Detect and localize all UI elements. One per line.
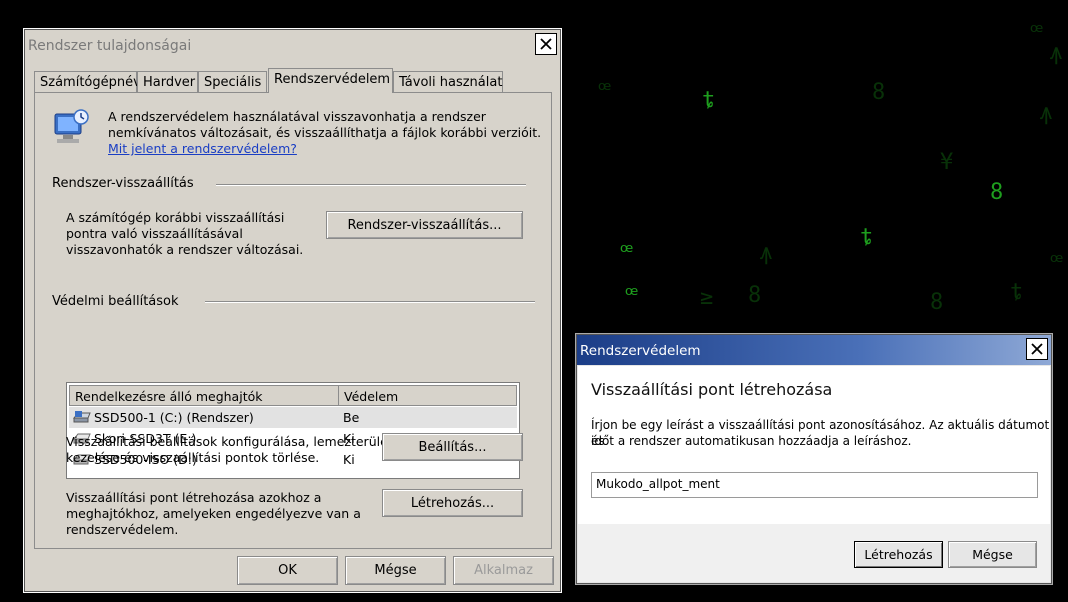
background-glyph: ꟹ (620, 240, 634, 265)
restore-desc-line2: pontra való visszaállításával (66, 226, 243, 241)
help-link[interactable]: Mit jelent a rendszervédelem? (108, 141, 297, 157)
background-glyph: 8 (748, 283, 762, 308)
close-icon (540, 38, 552, 50)
create-desc-line1: Visszaállítási pont létrehozása azokhoz … (66, 490, 322, 505)
tab-remote[interactable]: Távoli használat (393, 71, 503, 92)
tab-system-protection[interactable]: Rendszervédelem (268, 68, 393, 93)
intro-text-line2: nemkívánatos változásait, és visszaállít… (108, 125, 542, 140)
tab-hardware[interactable]: Hardver (137, 71, 198, 92)
protection-group-label: Védelmi beállítások (52, 294, 179, 309)
cancel-button[interactable]: Mégse (948, 541, 1037, 568)
background-glyph: ꙟ (760, 240, 772, 265)
system-protection-icon (54, 109, 89, 143)
background-glyph: ≥ (700, 285, 714, 310)
background-glyph: ꟹ (1030, 20, 1044, 45)
drive-row[interactable]: SSD500-1 (C:) (Rendszer) Be (69, 407, 517, 428)
configure-desc-line2: kezelése és visszaállítási pontok törlés… (66, 450, 320, 465)
create-desc-line2: meghajtókhoz, amelyeken engedélyezve van… (66, 506, 361, 521)
dialog-footer: Létrehozás Mégse (578, 524, 1050, 582)
close-icon (1031, 343, 1043, 355)
window-title: Rendszer tulajdonságai (28, 38, 192, 54)
background-glyph: ȶ (1010, 280, 1024, 305)
create-button[interactable]: Létrehozás (854, 541, 943, 568)
divider (205, 301, 535, 303)
tab-advanced[interactable]: Speciális (198, 71, 267, 92)
background-glyph: ȶ (860, 225, 874, 250)
configure-desc-line1: Visszaállítási beállítások konfigurálása… (66, 434, 393, 449)
title-bar[interactable]: Rendszer tulajdonságai (25, 30, 560, 60)
background-glyph: ¥ (940, 150, 954, 175)
dialog-title: Rendszervédelem (580, 343, 701, 359)
list-header: Rendelkezésre álló meghajtók Védelem (69, 385, 517, 406)
apply-button[interactable]: Alkalmaz (453, 556, 554, 585)
drive-protection: Ki (343, 452, 355, 467)
background-glyph: ȶ (702, 88, 716, 113)
cancel-button[interactable]: Mégse (345, 556, 446, 585)
ok-button[interactable]: OK (237, 556, 338, 585)
restore-desc-line3: visszavonhatók a rendszer változásai. (66, 242, 304, 257)
create-restore-point-button[interactable]: Létrehozás... (382, 489, 523, 517)
drive-name: SSD500-1 (C:) (Rendszer) (94, 410, 254, 425)
background-glyph: ꟹ (1050, 250, 1064, 275)
title-bar[interactable]: Rendszervédelem (577, 335, 1051, 365)
restore-point-description-input[interactable]: Mukodo_allpot_ment (591, 472, 1038, 498)
restore-desc-line1: A számítógép korábbi visszaállítási (66, 210, 285, 225)
system-restore-button[interactable]: Rendszer-visszaállítás... (326, 211, 523, 239)
dialog-heading: Visszaállítási pont létrehozása (591, 380, 833, 399)
background-glyph: ꙟ (1040, 100, 1052, 125)
background-glyph: 8 (930, 290, 944, 315)
intro-text-line1: A rendszervédelem használatával visszavo… (108, 109, 486, 124)
configure-button[interactable]: Beállítás... (382, 433, 523, 461)
drive-protection: Be (343, 410, 360, 425)
tab-computer-name[interactable]: Számítógépnév (34, 71, 141, 92)
dialog-body: Visszaállítási pont létrehozása Írjon be… (578, 366, 1050, 524)
create-restore-point-dialog: Rendszervédelem Visszaállítási pont létr… (575, 333, 1053, 585)
background-glyph: ꟹ (598, 78, 612, 103)
divider (216, 184, 526, 186)
system-drive-icon (72, 411, 91, 423)
background-glyph: ꟹ (625, 283, 639, 308)
dialog-desc-line2: időt a rendszer automatikusan hozzáadja … (591, 434, 912, 448)
column-header-protection[interactable]: Védelem (344, 389, 398, 404)
restore-group-label: Rendszer-visszaállítás (52, 176, 194, 191)
background-glyph: ꙟ (1050, 40, 1062, 65)
column-separator (338, 386, 339, 405)
close-button[interactable] (1026, 338, 1048, 360)
background-glyph: 8 (990, 180, 1004, 205)
system-properties-window: Rendszer tulajdonságai Számítógépnév Har… (23, 28, 562, 593)
system-protection-panel: A rendszervédelem használatával visszavo… (34, 92, 552, 549)
create-desc-line3: rendszervédelem. (66, 522, 179, 537)
background-glyph: 8 (872, 80, 886, 105)
close-button[interactable] (535, 33, 557, 55)
column-header-drives[interactable]: Rendelkezésre álló meghajtók (75, 389, 262, 404)
